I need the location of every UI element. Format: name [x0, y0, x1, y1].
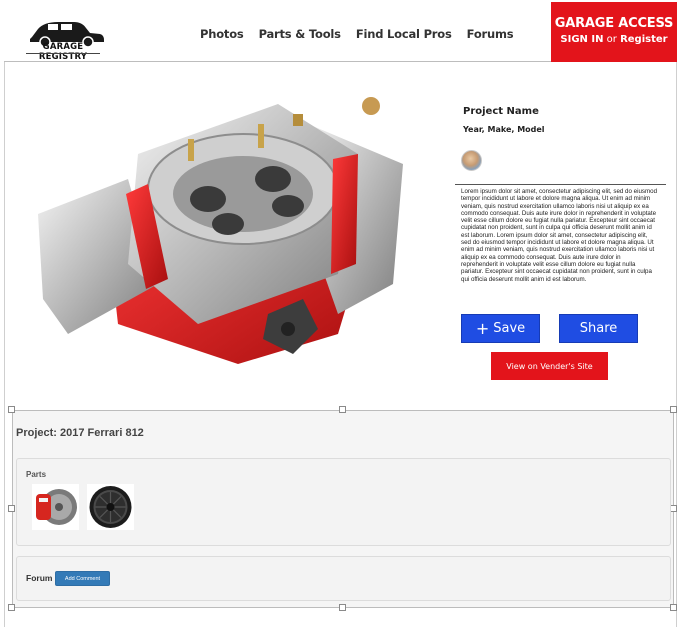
- garage-access-panel: GARAGE ACCESS SIGN IN or Register: [551, 2, 677, 62]
- logo-text: GARAGE REGISTRY: [38, 42, 88, 62]
- main-nav: Photos Parts & Tools Find Local Pros For…: [200, 27, 514, 41]
- save-label: Save: [493, 321, 526, 336]
- plus-icon: +: [475, 318, 490, 338]
- resize-handle-top-left[interactable]: [8, 406, 15, 413]
- nav-find-local-pros[interactable]: Find Local Pros: [356, 27, 452, 41]
- nav-forums[interactable]: Forums: [467, 27, 514, 41]
- resize-handle-middle-left[interactable]: [8, 505, 15, 512]
- share-label: Share: [579, 321, 618, 336]
- wheel-part-thumbnail[interactable]: [87, 484, 134, 530]
- user-avatar[interactable]: [461, 150, 482, 171]
- add-comment-button[interactable]: Add Comment: [55, 571, 110, 586]
- nav-parts-tools[interactable]: Parts & Tools: [259, 27, 341, 41]
- vendor-label: View on Vender's Site: [506, 361, 593, 371]
- resize-handle-top-right[interactable]: [670, 406, 677, 413]
- site-header: GARAGE REGISTRY Photos Parts & Tools Fin…: [4, 2, 677, 62]
- access-links: SIGN IN or Register: [551, 34, 677, 45]
- parts-label: Parts: [26, 470, 47, 479]
- logo-underline: [26, 53, 100, 55]
- share-button[interactable]: Share: [559, 314, 638, 343]
- sign-in-link[interactable]: SIGN IN: [560, 34, 603, 45]
- resize-handle-top-center[interactable]: [339, 406, 346, 413]
- info-divider: [455, 184, 666, 185]
- resize-handle-bottom-right[interactable]: [670, 604, 677, 611]
- project-name: Project Name: [463, 106, 539, 117]
- resize-handle-bottom-center[interactable]: [339, 604, 346, 611]
- project-title: Project: 2017 Ferrari 812: [16, 427, 144, 439]
- brake-kit-part-thumbnail[interactable]: [32, 484, 79, 530]
- save-button[interactable]: + Save: [461, 314, 540, 343]
- carburetor-product-image: [38, 97, 403, 364]
- resize-handle-bottom-left[interactable]: [8, 604, 15, 611]
- or-text: or: [606, 34, 617, 45]
- view-vendor-site-button[interactable]: View on Vender's Site: [491, 352, 608, 380]
- add-comment-label: Add Comment: [64, 575, 101, 582]
- resize-handle-middle-right[interactable]: [670, 505, 677, 512]
- forum-card: [16, 556, 671, 601]
- register-link[interactable]: Register: [620, 34, 668, 45]
- nav-photos[interactable]: Photos: [200, 27, 244, 41]
- forum-label: Forum: [26, 573, 53, 583]
- year-make-model: Year, Make, Model: [463, 125, 545, 134]
- project-description: Lorem ipsum dolor sit amet, consectetur …: [461, 188, 658, 283]
- garage-access-title: GARAGE ACCESS: [554, 16, 674, 31]
